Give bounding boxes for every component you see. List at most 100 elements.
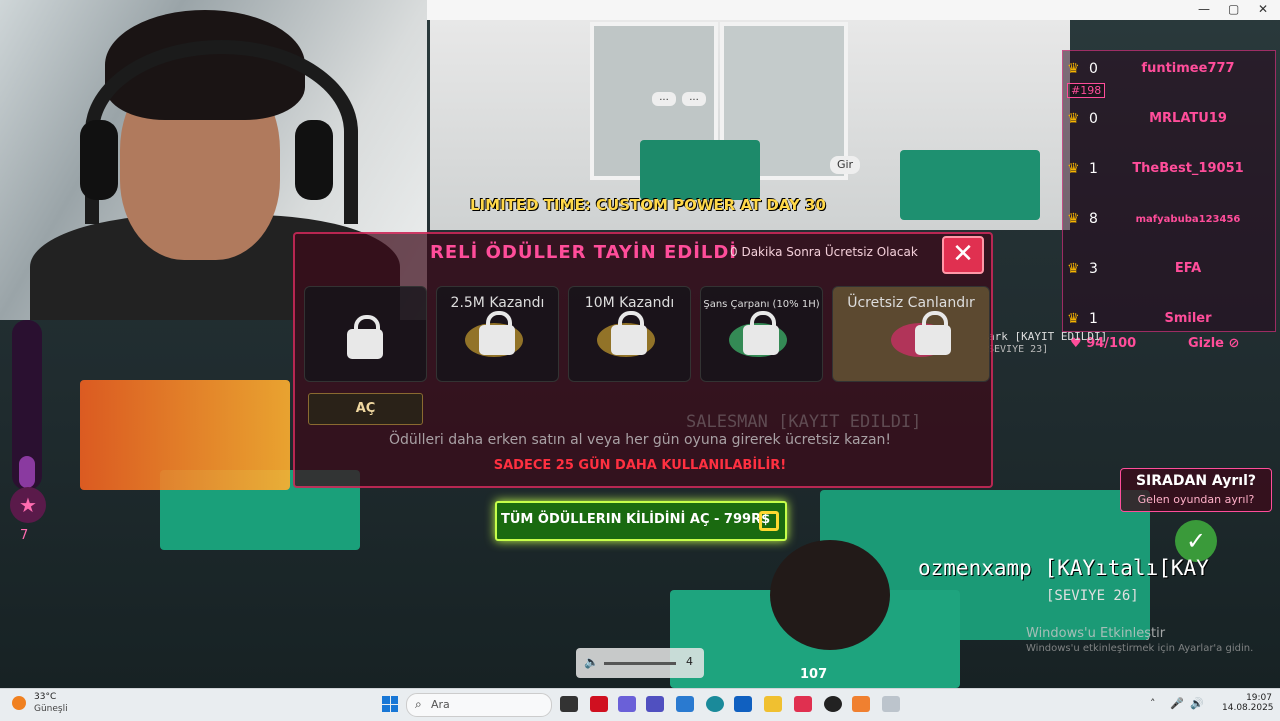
- star-icon[interactable]: ★: [10, 487, 46, 523]
- leave-subtitle: Gelen oyundan ayrıl?: [1137, 493, 1255, 506]
- player-name-tag: ozmenxamp [KAYıtalı[KAY: [918, 556, 1209, 580]
- lock-icon: [611, 311, 647, 355]
- lock-icon: [479, 311, 515, 355]
- open-button[interactable]: AÇ: [308, 393, 423, 425]
- lock-icon: [915, 311, 951, 355]
- netflix-icon[interactable]: [590, 696, 608, 712]
- leaderboard-name: EFA: [1174, 261, 1202, 276]
- file-explorer-icon[interactable]: [764, 696, 782, 712]
- leaderboard-row[interactable]: ♛ 0 funtimee777 #198: [1063, 55, 1275, 98]
- microphone-icon[interactable]: 🎤: [1170, 697, 1184, 710]
- chevron-up-icon[interactable]: ˄: [1150, 697, 1156, 710]
- clock-date: 14.08.2025: [1222, 703, 1274, 713]
- search-icon: ⌕: [415, 697, 422, 711]
- fire-effect: [80, 380, 290, 490]
- crown-icon: ♛: [1067, 111, 1080, 127]
- unlock-all-button[interactable]: TÜM ÖDÜLLERIN KİLİDİNİ AÇ - 799R$: [495, 501, 787, 541]
- search-placeholder: Ara: [431, 698, 450, 711]
- crowd-players: [640, 140, 760, 200]
- panel-warning-text: SADECE 25 GÜN DAHA KULLANILABİLİR!: [493, 458, 787, 473]
- reward-label: Şans Çarpanı (10% 1H): [703, 299, 820, 310]
- edge-icon[interactable]: [706, 696, 724, 712]
- leaderboard-score: 1: [1089, 311, 1098, 327]
- player-number: 107: [800, 667, 828, 682]
- lock-icon: [743, 311, 779, 355]
- maximize-button[interactable]: ▢: [1228, 2, 1239, 16]
- reward-label: Ücretsiz Canlandır: [847, 295, 975, 311]
- player-avatar-head: [770, 540, 890, 650]
- leaderboard-row[interactable]: ♛ 8 mafyabuba123456: [1063, 205, 1275, 245]
- lock-icon: [347, 315, 383, 359]
- npc-ghost-tag: SALESMAN [KAYIT EDILDI]: [686, 412, 922, 432]
- crown-icon: ♛: [1067, 311, 1080, 327]
- volume-value: 4: [686, 655, 693, 668]
- npc-level-tag: SEVIYE 23]: [988, 344, 1049, 355]
- leaderboard: ♛ 0 funtimee777 #198 ♛ 0 MRLATU19 ♛ 1 Th…: [1062, 50, 1276, 332]
- windows-activation-title: Windows'u Etkinleştir: [1026, 626, 1166, 641]
- unlock-all-label: TÜM ÖDÜLLERIN KİLİDİNİ AÇ - 799R$: [501, 512, 771, 527]
- leaderboard-name: MRLATU19: [1149, 111, 1227, 126]
- windows-start-icon[interactable]: [382, 696, 398, 712]
- leaderboard-score: 0: [1089, 111, 1098, 127]
- reward-slot[interactable]: 2.5M Kazandı: [436, 286, 559, 382]
- chat-bubble: ...: [682, 92, 706, 106]
- leave-queue-prompt[interactable]: SIRADAN Ayrıl? Gelen oyundan ayrıl?: [1120, 468, 1272, 512]
- headset-cushion-right: [295, 120, 333, 200]
- app-icon[interactable]: [852, 696, 870, 712]
- reward-slot[interactable]: Ücretsiz Canlandır: [832, 286, 990, 382]
- leaderboard-name: Smiler: [1164, 311, 1212, 326]
- player-level-tag: [SEVIYE 26]: [1046, 588, 1139, 604]
- leaderboard-score: 0: [1089, 61, 1098, 77]
- leaderboard-rank: #198: [1067, 83, 1106, 98]
- roblox-icon[interactable]: [882, 696, 900, 712]
- reward-slot[interactable]: 10M Kazandı: [568, 286, 691, 382]
- app-icon[interactable]: [794, 696, 812, 712]
- speaker-tray-icon[interactable]: 🔊: [1190, 697, 1204, 710]
- volume-control[interactable]: 🔈 4: [576, 648, 704, 678]
- crown-icon: ♛: [1067, 161, 1080, 177]
- windows-activation-sub: Windows'u etkinleştirmek için Ayarlar'a …: [1026, 643, 1254, 654]
- reward-label: 2.5M Kazandı: [450, 295, 545, 311]
- taskbar-clock[interactable]: 19:07 14.08.2025: [1222, 693, 1274, 713]
- npc-name-tag: ark [KAYIT EDILDI]: [988, 330, 1108, 343]
- close-window-button[interactable]: ✕: [1258, 2, 1268, 16]
- leaderboard-name: TheBest_19051: [1132, 161, 1244, 176]
- leaderboard-row[interactable]: ♛ 3 EFA: [1063, 255, 1275, 295]
- taskbar: [0, 688, 1280, 721]
- crown-icon: ♛: [1067, 61, 1080, 77]
- teams-icon[interactable]: [646, 696, 664, 712]
- chat-bubble: ...: [652, 92, 676, 106]
- panel-subtitle: 0 Dakika Sonra Ücretsiz Olacak: [730, 245, 918, 259]
- enter-prompt[interactable]: Gir: [830, 156, 860, 174]
- eye-off-icon: ⊘: [1228, 336, 1240, 351]
- leaderboard-score: 3: [1089, 261, 1098, 277]
- hide-label: Gizle: [1188, 336, 1224, 351]
- taskbar-search[interactable]: ⌕ Ara: [406, 693, 552, 717]
- weather-sun-icon[interactable]: [12, 696, 26, 710]
- outlook-icon[interactable]: [734, 696, 752, 712]
- speaker-icon: 🔈: [584, 655, 599, 669]
- reward-label: 10M Kazandı: [584, 295, 675, 311]
- crown-icon: ♛: [1067, 261, 1080, 277]
- reward-slot[interactable]: [304, 286, 427, 382]
- robux-icon: [759, 511, 779, 531]
- volume-slider[interactable]: [604, 662, 676, 665]
- leaderboard-score: 1: [1089, 161, 1098, 177]
- limited-time-banner: LIMITED TIME: CUSTOM POWER AT DAY 30: [470, 196, 826, 214]
- reward-slot[interactable]: Şans Çarpanı (10% 1H): [700, 286, 823, 382]
- progress-bar-fill: [19, 456, 35, 488]
- panel-title: RELİ ÖDÜLLER TAYİN EDİLDİ: [430, 242, 738, 263]
- weather-temperature: 33°C: [34, 692, 57, 702]
- close-panel-button[interactable]: ✕: [942, 236, 984, 274]
- leaderboard-score: 8: [1089, 211, 1098, 227]
- leaderboard-name: mafyabuba123456: [1135, 214, 1241, 225]
- leaderboard-row[interactable]: ♛ 0 MRLATU19: [1063, 105, 1275, 145]
- copilot-icon[interactable]: [618, 696, 636, 712]
- headset-cushion-left: [80, 120, 118, 200]
- minimize-button[interactable]: —: [1198, 2, 1210, 16]
- leaderboard-row[interactable]: ♛ 1 TheBest_19051: [1063, 155, 1275, 195]
- obs-icon[interactable]: [824, 696, 842, 712]
- task-view-icon[interactable]: [560, 696, 578, 712]
- store-icon[interactable]: [676, 696, 694, 712]
- hide-button[interactable]: Gizle ⊘: [1188, 336, 1239, 351]
